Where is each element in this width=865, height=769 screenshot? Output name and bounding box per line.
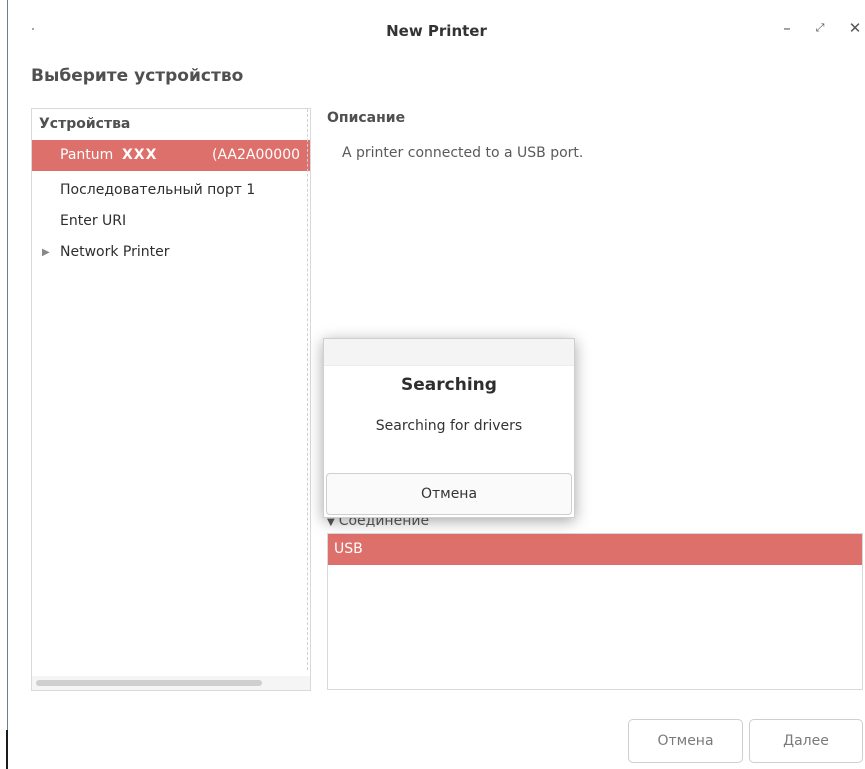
connection-item-usb[interactable]: USB: [328, 534, 862, 565]
description-text: A printer connected to a USB port.: [342, 145, 584, 161]
dialog-cancel-button[interactable]: Отмена: [326, 473, 572, 515]
description-header: Описание: [327, 110, 406, 126]
pane-divider[interactable]: [307, 109, 308, 670]
minimize-icon[interactable]: –: [776, 16, 798, 40]
device-item-label: Network Printer: [60, 244, 170, 260]
device-id: (AA2A00000: [212, 147, 301, 163]
device-list-header: Устройства: [39, 116, 131, 132]
device-item-label: Enter URI: [60, 213, 127, 229]
title-bar[interactable]: New Printer – ⤢ ✕: [8, 0, 865, 60]
device-model: XXX: [122, 147, 158, 163]
new-printer-window: New Printer – ⤢ ✕ Выберите устройство Ус…: [8, 0, 865, 769]
window-edge: [0, 0, 9, 769]
device-item-pantum[interactable]: Pantum XXX (AA2A00000: [32, 140, 310, 171]
expander-icon[interactable]: ▶: [42, 237, 50, 268]
window-title: New Printer: [386, 22, 487, 40]
device-item-network-printer[interactable]: ▶ Network Printer: [32, 237, 310, 268]
device-list[interactable]: Устройства Pantum XXX (AA2A00000 Последо…: [31, 108, 311, 691]
dialog-titlebar[interactable]: [324, 339, 574, 366]
device-item-label: Последовательный порт 1: [60, 182, 256, 198]
device-item-serial-port[interactable]: Последовательный порт 1: [32, 175, 310, 206]
dialog-message: Searching for drivers: [375, 418, 523, 434]
device-item-enter-uri[interactable]: Enter URI: [32, 206, 310, 237]
page-title: Выберите устройство: [31, 66, 244, 86]
maximize-icon[interactable]: ⤢: [809, 16, 831, 40]
cancel-button[interactable]: Отмена: [628, 719, 743, 763]
searching-dialog: Searching Searching for drivers Отмена: [323, 338, 575, 518]
collapse-icon: ▼: [327, 517, 335, 528]
connection-list[interactable]: USB: [327, 533, 863, 690]
close-icon[interactable]: ✕: [844, 16, 865, 40]
next-button[interactable]: Далее: [749, 719, 863, 763]
device-name: Pantum: [60, 147, 114, 163]
horizontal-scrollbar[interactable]: [36, 680, 262, 686]
dialog-title: Searching: [401, 375, 497, 395]
connection-item-label: USB: [334, 541, 363, 557]
